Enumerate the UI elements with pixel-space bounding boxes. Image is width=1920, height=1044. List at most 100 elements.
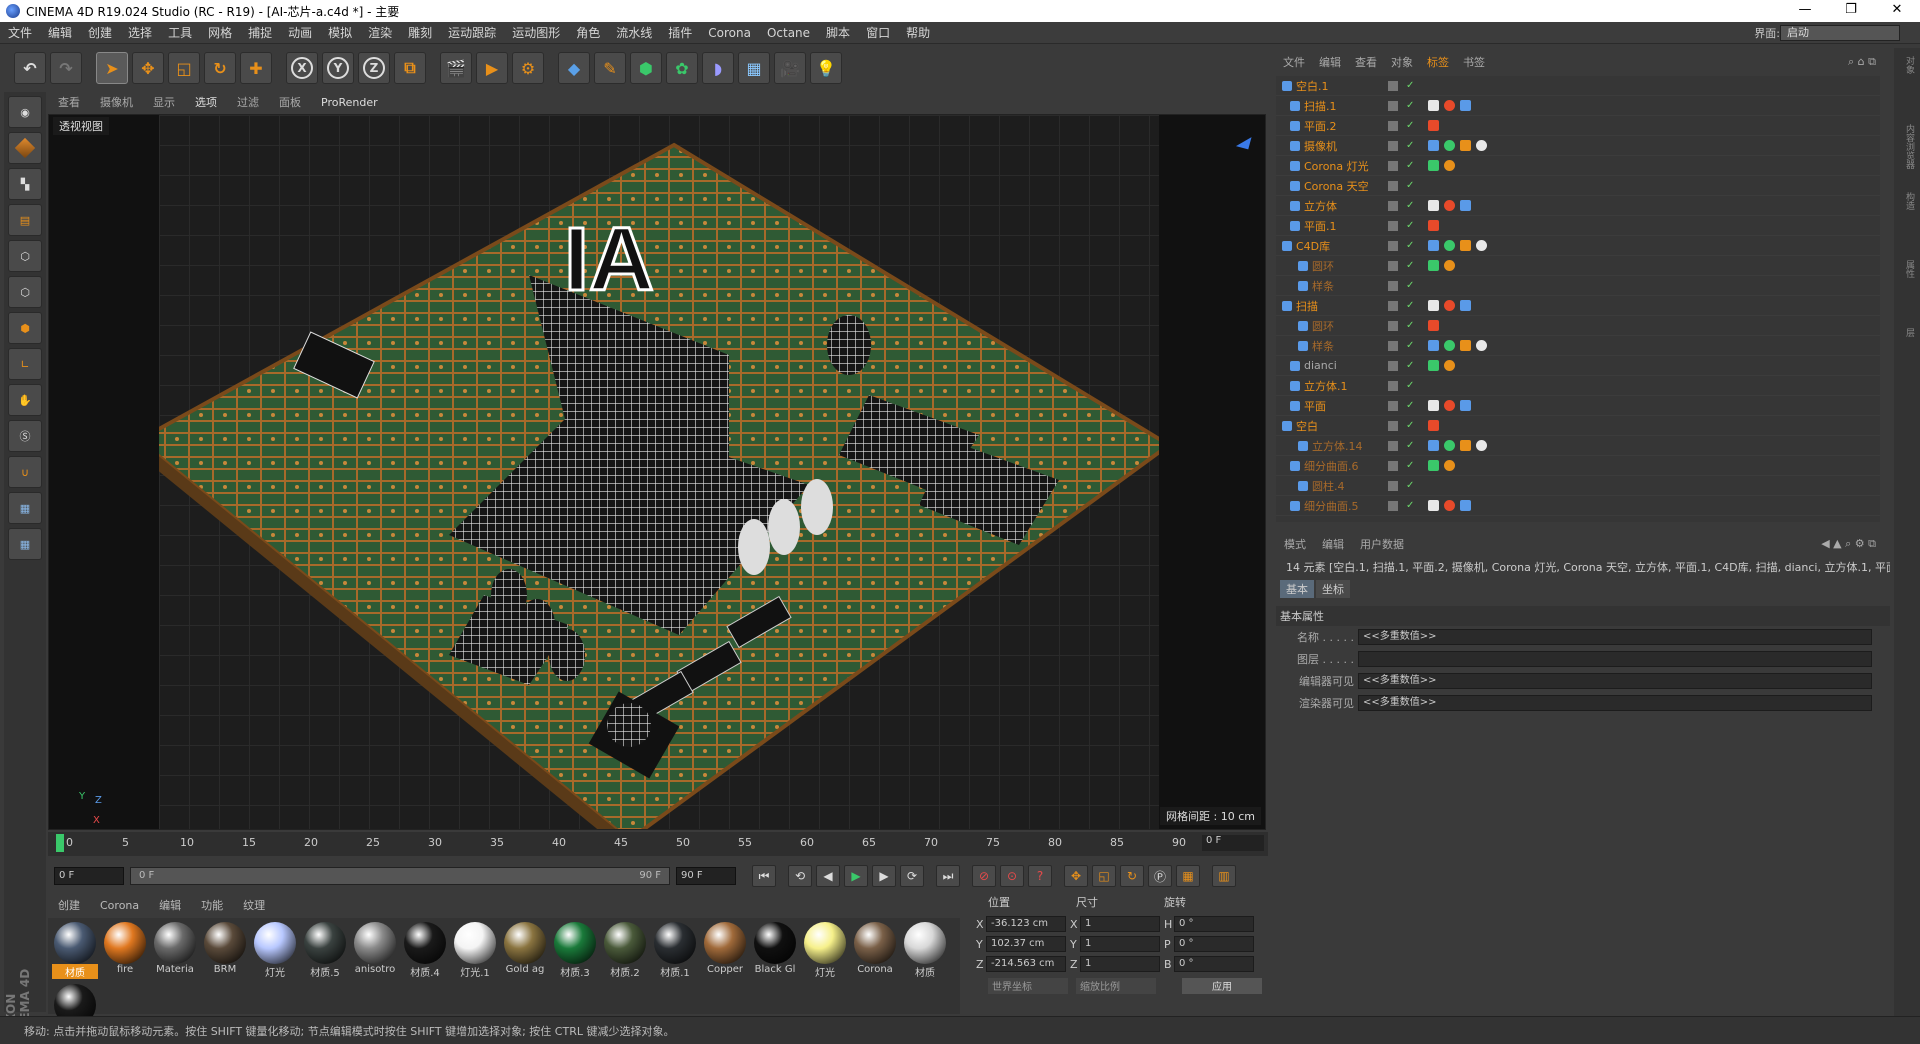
frame-range-slider[interactable]: 0 F 90 F [130,867,670,885]
timeline-ruler[interactable]: 0 5 10 15 20 25 30 35 40 45 50 55 60 65 … [48,832,1268,856]
position-y-field[interactable]: 102.37 cm [986,936,1066,952]
material-item[interactable]: Black Gl [752,920,798,980]
object-tag-icon[interactable] [1428,160,1439,171]
object-tag-icon[interactable] [1444,300,1455,311]
object-name[interactable]: Corona 灯光 [1304,158,1369,174]
live-selection-button[interactable]: ➤ [96,52,128,84]
enabled-check-icon[interactable]: ✓ [1406,260,1414,271]
enabled-check-icon[interactable]: ✓ [1406,280,1414,291]
object-row[interactable]: Corona 灯光 ✓ [1276,156,1880,176]
menu-motion-tracking[interactable]: 运动跟踪 [440,24,504,41]
recent-tool-button[interactable]: ✚ [240,52,272,84]
layer-visibility-icon[interactable] [1388,380,1398,391]
workplane-mode-button[interactable]: ▤ [8,204,42,236]
scale-tool-button[interactable]: ◱ [168,52,200,84]
material-item[interactable]: 材质 [902,920,948,980]
auto-key-button[interactable]: ⊙ [1000,865,1024,887]
render-visible-dropdown[interactable]: <<多重数值>> [1358,695,1872,711]
object-name[interactable]: 平面 [1304,398,1326,414]
size-z-field[interactable]: 1 [1080,956,1160,972]
object-tag-icon[interactable] [1428,200,1439,211]
rotation-p-field[interactable]: 0 ° [1174,936,1254,952]
object-row[interactable]: 圆柱.4 ✓ [1276,476,1880,496]
menu-render[interactable]: 渲染 [360,24,400,41]
viewport-menu-view[interactable]: 查看 [48,94,90,110]
size-y-field[interactable]: 1 [1080,936,1160,952]
tweak-mode-button[interactable]: ✋ [8,384,42,416]
side-tab-layers[interactable]: 层 [1898,328,1916,388]
object-row[interactable]: 平面.1 ✓ [1276,216,1880,236]
layer-visibility-icon[interactable] [1388,280,1398,291]
start-frame-field[interactable]: 0 F [54,867,124,885]
tab-coordinates[interactable]: 坐标 [1316,580,1350,598]
cube-button[interactable]: ◆ [558,52,590,84]
object-row[interactable]: dianci ✓ [1276,356,1880,376]
end-frame-field[interactable]: 90 F [676,867,736,885]
layer-visibility-icon[interactable] [1388,460,1398,471]
object-menu-bookmarks[interactable]: 书签 [1456,54,1492,70]
scale-mode-dropdown[interactable]: 缩放比例 [1076,978,1156,994]
subdivision-button[interactable]: ⬢ [630,52,662,84]
menu-octane[interactable]: Octane [759,26,818,40]
floor-button[interactable]: ▦ [738,52,770,84]
menu-mesh[interactable]: 网格 [200,24,240,41]
object-tag-icon[interactable] [1428,100,1439,111]
maximize-button[interactable]: ❐ [1828,0,1874,22]
material-menu-function[interactable]: 功能 [191,897,233,913]
coordinate-mode-dropdown[interactable]: 世界坐标 [988,978,1068,994]
object-tag-icon[interactable] [1460,440,1471,451]
render-settings-button[interactable]: ⚙ [512,52,544,84]
object-tag-icon[interactable] [1444,440,1455,451]
close-button[interactable]: ✕ [1874,0,1920,22]
layer-visibility-icon[interactable] [1388,240,1398,251]
key-position-button[interactable]: ✥ [1064,865,1088,887]
material-item[interactable]: 灯光 [252,920,298,980]
object-tag-icon[interactable] [1444,100,1455,111]
viewport-menu-options[interactable]: 选项 [185,94,227,110]
object-tag-icon[interactable] [1444,160,1455,171]
object-tag-icon[interactable] [1460,140,1471,151]
object-name[interactable]: 圆柱.4 [1312,478,1345,494]
object-tag-icon[interactable] [1444,140,1455,151]
render-picture-viewer-button[interactable]: ▶ [476,52,508,84]
layout-select[interactable]: 启动 [1780,24,1900,41]
object-tag-icon[interactable] [1428,400,1439,411]
object-tag-icon[interactable] [1428,440,1439,451]
enabled-check-icon[interactable]: ✓ [1406,480,1414,491]
object-name[interactable]: 扫描.1 [1304,98,1337,114]
edges-mode-button[interactable]: ⬡ [8,276,42,308]
object-name[interactable]: 空白.1 [1296,78,1329,94]
object-row[interactable]: 空白 ✓ [1276,416,1880,436]
undo-button[interactable]: ↶ [14,52,46,84]
object-tag-icon[interactable] [1476,440,1487,451]
magnet-button[interactable]: ∪ [8,456,42,488]
object-tag-icon[interactable] [1428,320,1439,331]
next-frame-button[interactable]: ▶ [872,865,896,887]
viewport-menu-panel[interactable]: 面板 [269,94,311,110]
polygons-mode-button[interactable]: ⬢ [8,312,42,344]
layer-visibility-icon[interactable] [1388,220,1398,231]
enabled-check-icon[interactable]: ✓ [1406,400,1414,411]
object-name[interactable]: 立方体.14 [1312,438,1363,454]
attr-menu-mode[interactable]: 模式 [1276,536,1314,552]
name-field[interactable]: <<多重数值>> [1358,629,1872,645]
pen-button[interactable]: ✎ [594,52,626,84]
object-menu-objects[interactable]: 对象 [1384,54,1420,70]
menu-create[interactable]: 创建 [80,24,120,41]
position-z-field[interactable]: -214.563 cm [986,956,1066,972]
object-row[interactable]: 摄像机 ✓ [1276,136,1880,156]
enabled-check-icon[interactable]: ✓ [1406,380,1414,391]
menu-window[interactable]: 窗口 [858,24,898,41]
layer-visibility-icon[interactable] [1388,500,1398,511]
object-tag-icon[interactable] [1444,400,1455,411]
object-row[interactable]: C4D库 ✓ [1276,236,1880,256]
object-tag-icon[interactable] [1428,240,1439,251]
move-tool-button[interactable]: ✥ [132,52,164,84]
object-tag-icon[interactable] [1428,460,1439,471]
timeline-button[interactable]: ▥ [1212,865,1236,887]
enabled-check-icon[interactable]: ✓ [1406,440,1414,451]
layer-visibility-icon[interactable] [1388,120,1398,131]
object-row[interactable]: 扫描.1 ✓ [1276,96,1880,116]
object-tag-icon[interactable] [1428,260,1439,271]
material-item[interactable]: Materia [152,920,198,980]
